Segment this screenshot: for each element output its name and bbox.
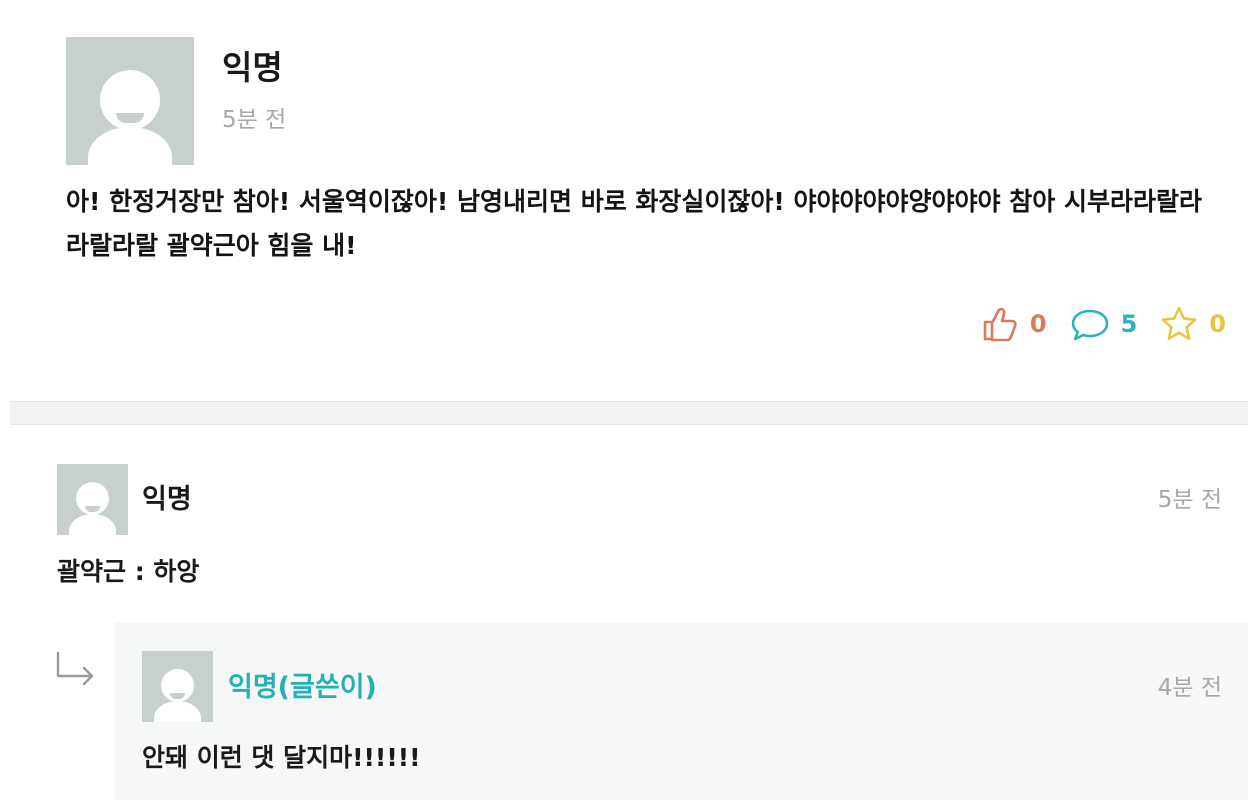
post-content: 아! 한정거장만 참아! 서울역이잖아! 남영내리면 바로 화장실이잖아! 야야… — [66, 187, 1202, 260]
favorite-button[interactable]: 0 — [1159, 304, 1226, 344]
star-icon — [1161, 306, 1197, 340]
reply-content: 안돼 이런 댓 달지마!!!!!! — [142, 743, 421, 772]
comment-content: 괄약근 : 하앙 — [57, 557, 200, 586]
post-actions: 0 5 0 — [980, 304, 1226, 344]
reply-avatar[interactable] — [142, 651, 213, 722]
thumbs-up-icon — [983, 307, 1017, 342]
reply-timestamp: 4분 전 — [1157, 675, 1222, 701]
comment-avatar[interactable] — [57, 464, 128, 535]
reply-arrow-icon — [56, 651, 94, 686]
favorite-count: 0 — [1209, 310, 1226, 338]
like-button[interactable]: 0 — [980, 304, 1047, 344]
reply-item: 익명(글쓴이) 4분 전 안돼 이런 댓 달지마!!!!!! — [114, 622, 1248, 800]
reply-author-name[interactable]: 익명(글쓴이) — [228, 668, 377, 708]
post-avatar[interactable] — [66, 37, 194, 165]
comment-count: 5 — [1120, 310, 1138, 338]
section-divider — [10, 401, 1248, 425]
comment-button[interactable]: 5 — [1069, 304, 1138, 344]
comment-author-name[interactable]: 익명 — [142, 480, 192, 520]
like-count: 0 — [1029, 310, 1047, 338]
post: 익명 5분 전 아! 한정거장만 참아! 서울역이잖아! 남영내리면 바로 화장… — [0, 0, 1248, 400]
post-author-name[interactable]: 익명 — [222, 46, 283, 90]
comment-item: 익명 5분 전 괄약근 : 하앙 — [0, 436, 1248, 616]
comment-timestamp: 5분 전 — [1157, 487, 1222, 513]
post-timestamp: 5분 전 — [222, 107, 287, 133]
comment-thread-screen: 익명 5분 전 아! 한정거장만 참아! 서울역이잖아! 남영내리면 바로 화장… — [0, 0, 1248, 800]
speech-bubble-icon — [1071, 309, 1108, 341]
